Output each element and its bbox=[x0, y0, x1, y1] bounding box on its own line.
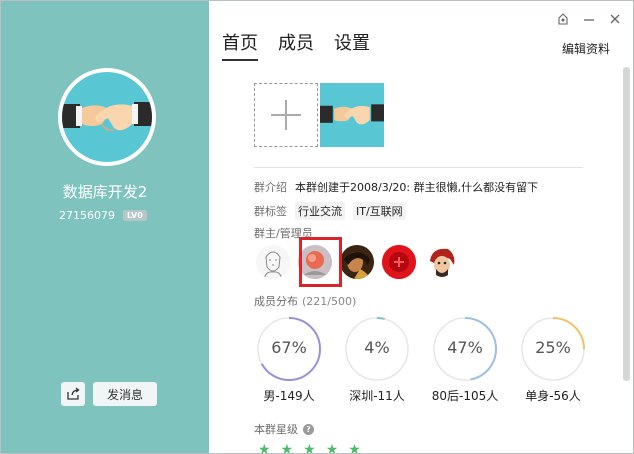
star-icon: ★ bbox=[325, 442, 339, 454]
distribution-label: 成员分布 (221/500) bbox=[254, 293, 356, 309]
ring-marital[interactable]: 25% 单身-56人 bbox=[520, 316, 586, 404]
rating-label: 本群星级 bbox=[254, 423, 298, 436]
minimize-icon[interactable] bbox=[583, 13, 595, 25]
group-photo-thumbnail[interactable] bbox=[320, 83, 384, 147]
admin-selection-highlight bbox=[299, 237, 342, 287]
rating-row: 本群星级 ? bbox=[254, 421, 314, 437]
send-message-button[interactable]: 发消息 bbox=[93, 382, 157, 406]
star-icon: ★ bbox=[280, 442, 294, 454]
share-button[interactable] bbox=[61, 382, 85, 406]
admin-avatar[interactable] bbox=[340, 245, 374, 279]
star-icon: ★ bbox=[348, 442, 361, 454]
distribution-title: 成员分布 bbox=[254, 295, 298, 308]
ring-percent: 47% bbox=[447, 338, 483, 357]
handshake-icon bbox=[320, 104, 384, 125]
star-icon: ★ bbox=[258, 442, 271, 454]
group-profile-window: 数据库开发2 27156079 LV0 发消息 首页 成员 设置 编辑资料 群介… bbox=[0, 0, 634, 454]
scrollbar[interactable] bbox=[623, 67, 630, 381]
group-id-row: 27156079 LV0 bbox=[59, 208, 147, 222]
close-icon[interactable] bbox=[609, 13, 621, 25]
tab-home[interactable]: 首页 bbox=[222, 31, 258, 61]
group-id: 27156079 bbox=[59, 208, 115, 222]
edit-profile-link[interactable]: 编辑资料 bbox=[562, 40, 610, 57]
distribution-rings: 67% 男-149人 4% 深圳-11人 47% 80后-105人 25% 单身… bbox=[256, 316, 586, 404]
group-detail-panel: 首页 成员 设置 编辑资料 群介绍 本群创建于2008/3/20: 群主很懒,什… bbox=[209, 1, 633, 454]
tags-label: 群标签 bbox=[254, 205, 287, 218]
intro-value: 本群创建于2008/3/20: 群主很懒,什么都没有留下 bbox=[295, 181, 539, 194]
handshake-icon bbox=[62, 102, 152, 132]
admin-avatar[interactable] bbox=[424, 245, 458, 279]
ring-percent: 25% bbox=[535, 338, 571, 357]
ring-region[interactable]: 4% 深圳-11人 bbox=[344, 316, 410, 404]
ring-percent: 4% bbox=[364, 338, 390, 357]
tags-row: 群标签 行业交流 IT/互联网 bbox=[254, 202, 406, 220]
ring-age[interactable]: 47% 80后-105人 bbox=[432, 316, 498, 404]
divider bbox=[254, 167, 583, 168]
distribution-count: (221/500) bbox=[302, 295, 357, 308]
share-icon bbox=[67, 387, 80, 400]
window-controls bbox=[557, 13, 621, 25]
ring-label: 80后-105人 bbox=[431, 389, 499, 403]
level-badge: LV0 bbox=[123, 209, 147, 221]
ring-label: 深圳-11人 bbox=[349, 389, 405, 403]
skin-icon[interactable] bbox=[557, 13, 569, 25]
tag-item[interactable]: 行业交流 bbox=[295, 202, 345, 220]
star-icon: ★ bbox=[303, 442, 316, 454]
intro-label: 群介绍 bbox=[254, 181, 287, 194]
tab-members[interactable]: 成员 bbox=[278, 31, 314, 61]
group-avatar[interactable] bbox=[58, 68, 156, 166]
admin-list bbox=[256, 245, 458, 279]
ring-gender[interactable]: 67% 男-149人 bbox=[256, 316, 322, 404]
group-name: 数据库开发2 bbox=[62, 183, 148, 201]
rating-stars: ★ ★ ★ ★ ★ bbox=[258, 442, 361, 454]
ring-label: 男-149人 bbox=[263, 389, 315, 403]
add-photo-button[interactable] bbox=[254, 83, 318, 147]
ring-percent: 67% bbox=[271, 338, 307, 357]
group-summary-panel: 数据库开发2 27156079 LV0 发消息 bbox=[1, 1, 209, 453]
admin-avatar[interactable] bbox=[382, 245, 416, 279]
tab-bar: 首页 成员 设置 bbox=[222, 31, 370, 61]
intro-row: 群介绍 本群创建于2008/3/20: 群主很懒,什么都没有留下 bbox=[254, 179, 538, 195]
ring-label: 单身-56人 bbox=[525, 389, 581, 403]
plus-icon bbox=[271, 100, 301, 130]
help-icon[interactable]: ? bbox=[303, 423, 314, 435]
tag-item[interactable]: IT/互联网 bbox=[353, 202, 406, 220]
admin-avatar[interactable] bbox=[256, 245, 290, 279]
tab-settings[interactable]: 设置 bbox=[334, 31, 370, 61]
